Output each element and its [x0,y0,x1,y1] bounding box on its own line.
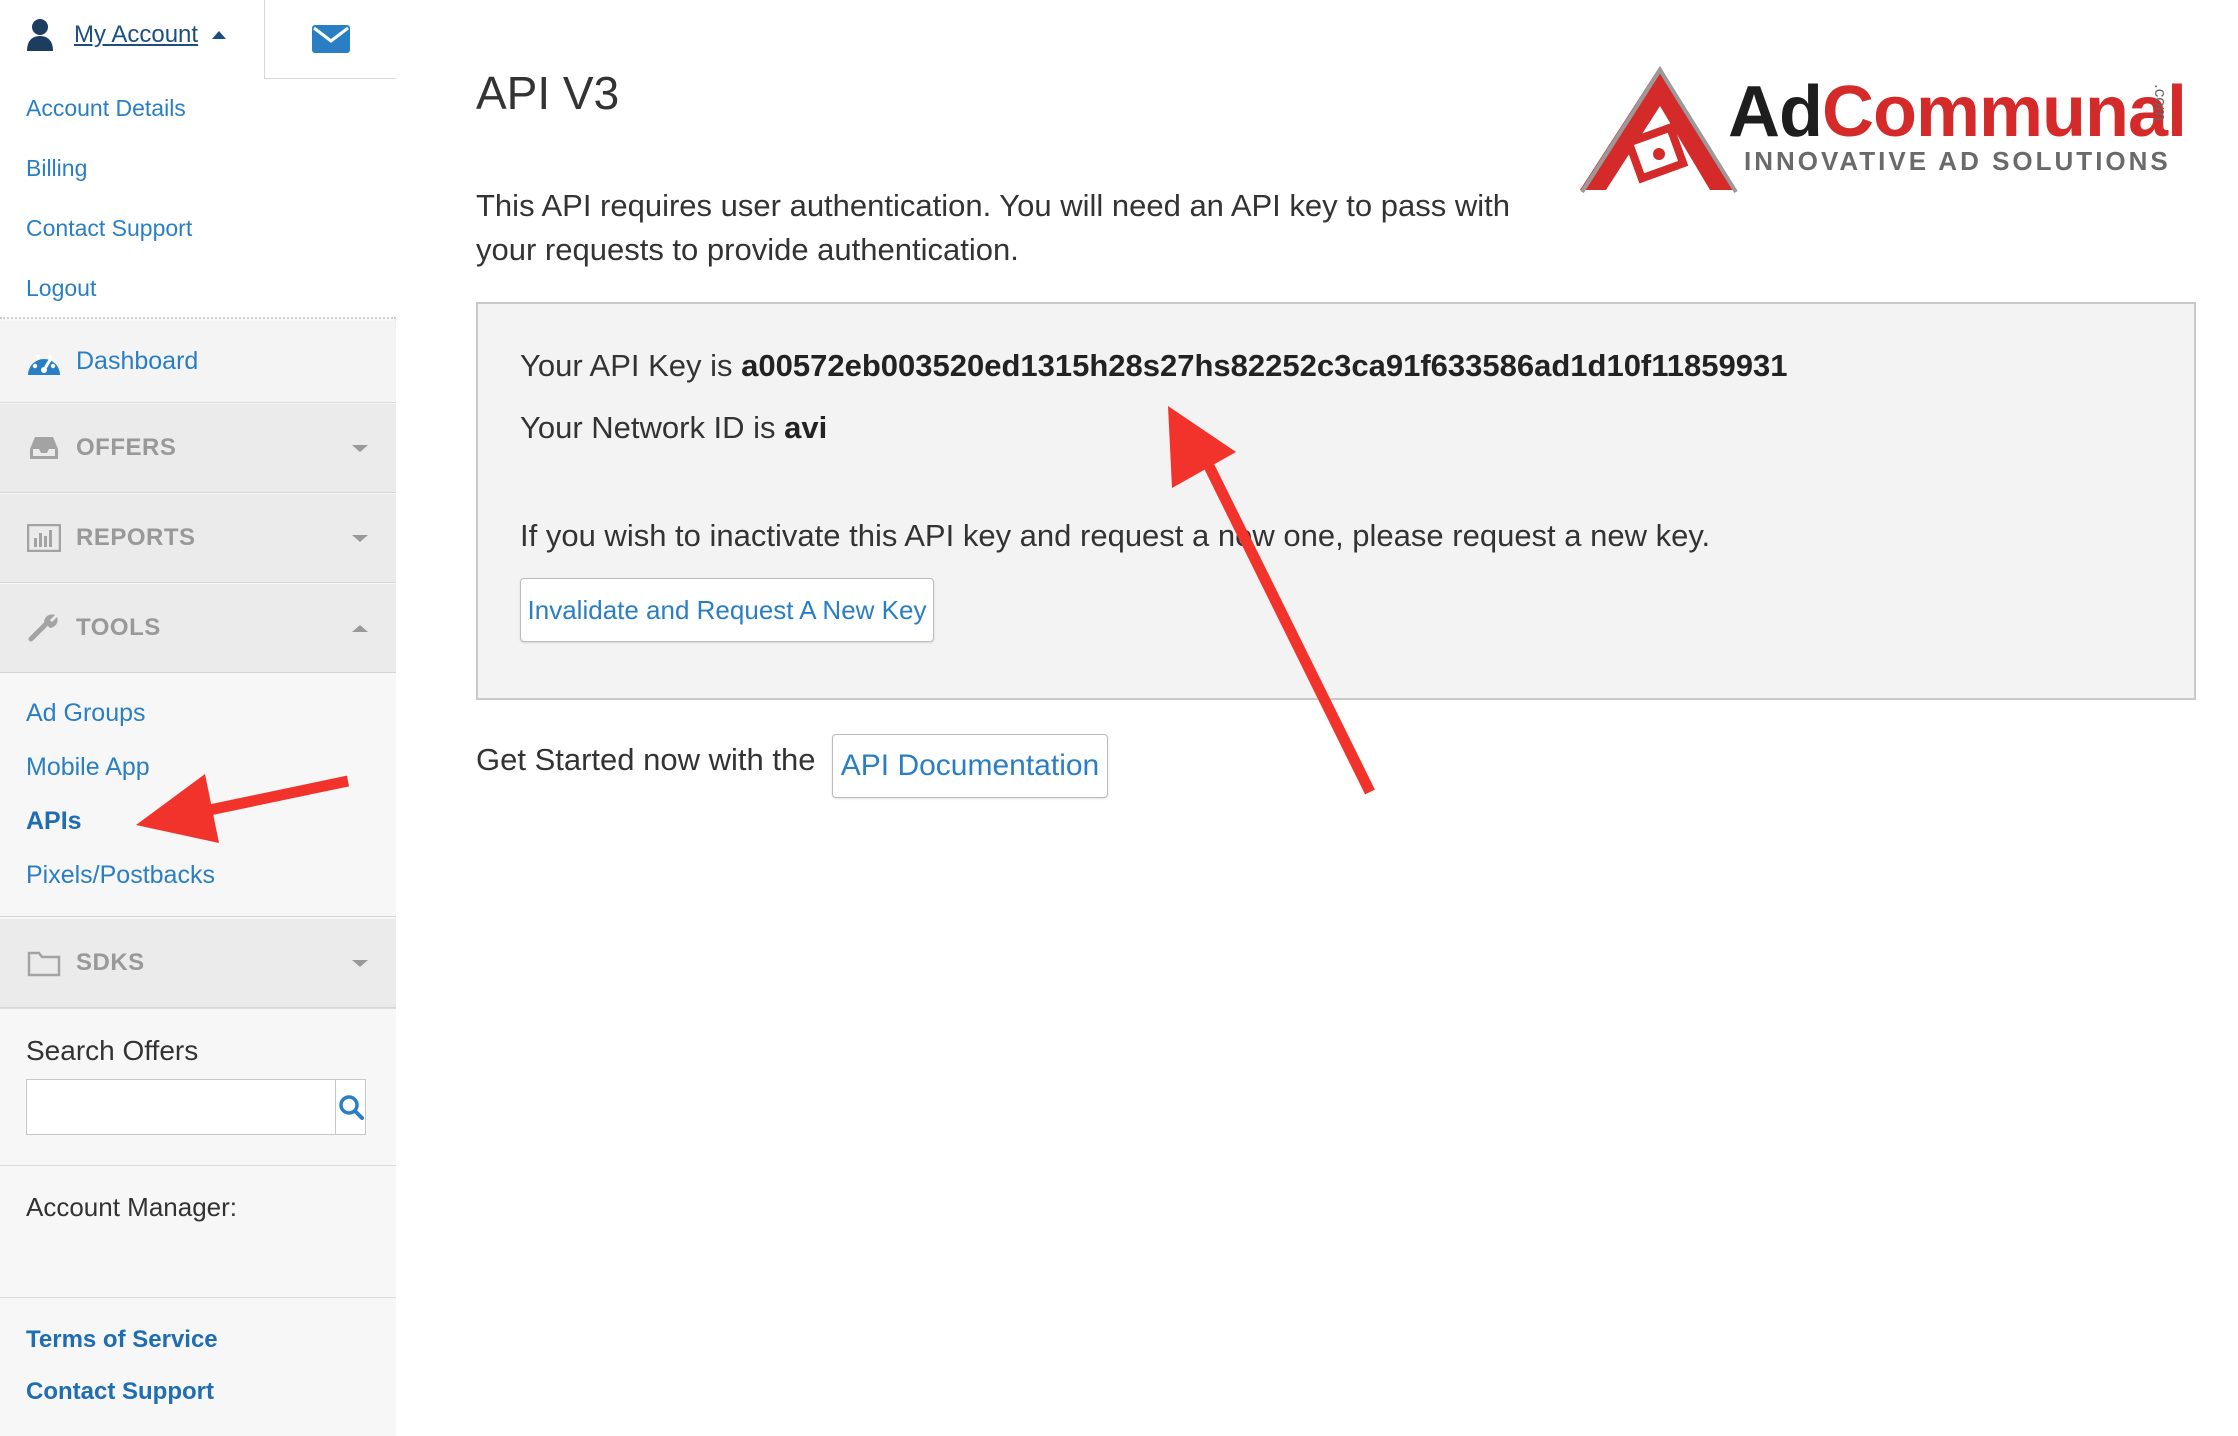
caret-up-icon [212,31,227,39]
folder-icon [26,947,62,979]
chevron-up-icon [352,624,368,632]
account-details-link[interactable]: Account Details [26,95,186,122]
reports-label: REPORTS [76,524,196,551]
logo-tagline: INNOVATIVE AD SOLUTIONS [1744,146,2171,176]
network-id-prefix: Your Network ID is [520,410,785,445]
account-manager-block: Account Manager: [0,1166,396,1298]
sidebar-item-dashboard[interactable]: Dashboard [0,321,396,403]
get-started-text: Get Started now with the [476,742,816,777]
sidebar: My Account Account Details Billing Conta… [0,0,396,1436]
bar-chart-icon [26,522,62,554]
messages-tab[interactable] [264,0,396,79]
tools-submenu: Ad Groups Mobile App APIs Pixels/Postbac… [0,673,396,917]
sidebar-item-ad-groups[interactable]: Ad Groups [26,699,146,728]
sidebar-footer: Terms of Service Contact Support [0,1298,396,1436]
terms-of-service-link[interactable]: Terms of Service [26,1326,218,1354]
network-id-line: Your Network ID is avi [520,410,827,446]
page-title: API V3 [476,67,620,119]
search-offers-block: Search Offers [0,1008,396,1166]
account-manager-label: Account Manager: [26,1192,238,1222]
my-account-toggle[interactable]: My Account [26,18,227,52]
invalidate-key-button[interactable]: Invalidate and Request A New Key [520,578,934,642]
sidebar-section-offers[interactable]: OFFERS [0,403,396,493]
sidebar-section-tools[interactable]: TOOLS [0,583,396,673]
logo-communal: Communal [1821,72,2187,152]
api-documentation-button[interactable]: API Documentation [832,734,1108,798]
sdks-label: SDKS [76,949,145,976]
chevron-down-icon [352,534,368,542]
search-offers-input[interactable] [27,1080,335,1134]
inbox-icon [26,432,62,464]
tools-label: TOOLS [76,614,161,641]
api-key-line: Your API Key is a00572eb003520ed1315h28s… [520,348,1787,384]
search-box [26,1079,366,1135]
billing-link[interactable]: Billing [26,155,87,182]
logout-link[interactable]: Logout [26,275,96,302]
search-offers-title: Search Offers [26,1035,199,1066]
chevron-down-icon [352,959,368,967]
invalidate-instructions: If you wish to inactivate this API key a… [520,518,1711,553]
chevron-down-icon [352,444,368,452]
network-id-value: avi [784,410,828,445]
sidebar-item-mobile-app[interactable]: Mobile App [26,753,150,782]
search-button[interactable] [335,1080,365,1134]
footer-contact-support-link[interactable]: Contact Support [26,1378,214,1406]
api-key-panel: Your API Key is a00572eb003520ed1315h28s… [476,302,2196,700]
dashboard-gauge-icon [28,354,60,375]
dashboard-label: Dashboard [76,347,199,375]
envelope-icon [311,25,350,53]
account-menu: Account Details Billing Contact Support … [0,79,396,319]
logo-ad: Ad [1728,72,1823,152]
api-key-value: a00572eb003520ed1315h28s27hs82252c3ca91f… [741,348,1788,383]
offers-label: OFFERS [76,434,177,461]
logo-dotcom: .com [2151,84,2170,121]
contact-support-link[interactable]: Contact Support [26,215,192,242]
account-tab: My Account [0,0,264,79]
sidebar-section-sdks[interactable]: SDKS [0,918,396,1008]
logo-wordmark: AdCommunal [1728,72,2187,152]
sidebar-section-reports[interactable]: REPORTS [0,493,396,583]
intro-text: This API requires user authentication. Y… [476,188,1510,267]
user-icon [27,19,53,51]
my-account-label: My Account [74,21,199,48]
search-icon [338,1095,364,1120]
sidebar-item-apis[interactable]: APIs [26,807,82,836]
wrench-icon [26,612,62,644]
sidebar-item-pixels-postbacks[interactable]: Pixels/Postbacks [26,861,215,890]
api-key-prefix: Your API Key is [520,348,742,383]
